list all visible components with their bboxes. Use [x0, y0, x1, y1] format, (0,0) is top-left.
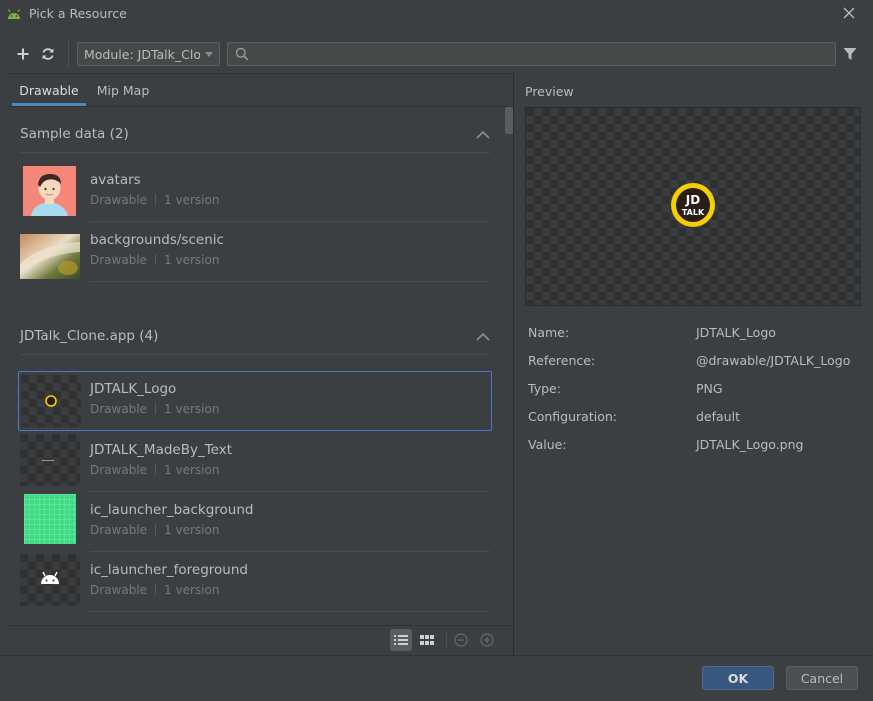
zoom-out-button[interactable]: [452, 630, 470, 650]
android-icon: [7, 9, 21, 19]
resource-item-avatars[interactable]: avatars Drawable 1 version: [17, 162, 491, 222]
property-label-name: Name:: [528, 325, 570, 340]
grid-view-button[interactable]: [416, 629, 438, 651]
property-label-reference: Reference:: [528, 353, 596, 368]
tab-drawable[interactable]: Drawable: [12, 74, 86, 106]
zoom-out-icon: [454, 633, 468, 647]
title-bar: [0, 0, 873, 29]
section-divider: [20, 152, 490, 153]
close-button[interactable]: [836, 2, 862, 24]
ok-button[interactable]: OK: [702, 666, 774, 690]
property-label-type: Type:: [528, 381, 561, 396]
resource-item-jdtalk-madeby-text[interactable]: JDTALK_MadeBy_Text Drawable 1 version: [17, 432, 491, 492]
panel-splitter[interactable]: [513, 73, 514, 655]
resource-meta: Drawable 1 version: [90, 253, 219, 267]
row-divider: [90, 611, 490, 612]
add-resource-button[interactable]: [13, 44, 33, 64]
search-icon: [235, 47, 249, 61]
row-divider: [90, 281, 490, 282]
resource-meta: Drawable 1 version: [90, 523, 219, 537]
plus-icon: [17, 48, 29, 60]
resource-type: Drawable: [90, 523, 148, 537]
toolbar-separator: [68, 40, 69, 68]
tabs-divider: [10, 106, 515, 107]
madeby-text-thumbnail: [20, 434, 80, 486]
logo-text-talk: TALK: [682, 208, 705, 217]
chevron-down-icon: [205, 52, 213, 57]
resource-item-jdtalk-logo[interactable]: JDTALK_Logo Drawable 1 version: [18, 371, 492, 431]
android-icon: [41, 571, 59, 584]
section-divider: [20, 354, 490, 355]
resource-meta: Drawable 1 version: [90, 583, 219, 597]
resource-versions: 1 version: [164, 463, 220, 477]
property-value-name: JDTALK_Logo: [696, 325, 776, 340]
search-input[interactable]: [227, 42, 836, 66]
module-dropdown[interactable]: Module: JDTalk_Clone: [77, 42, 220, 66]
filter-icon: [843, 48, 857, 60]
resource-item-backgrounds-scenic[interactable]: backgrounds/scenic Drawable 1 version: [17, 222, 491, 282]
resource-versions: 1 version: [164, 583, 220, 597]
list-toolbar-divider: [10, 625, 513, 626]
resource-name: JDTALK_Logo: [90, 381, 177, 397]
resource-name: JDTALK_MadeBy_Text: [90, 442, 233, 458]
resource-list-panel: Drawable Mip Map Sample data (2) avatars…: [10, 73, 515, 655]
resource-type: Drawable: [90, 402, 148, 416]
property-value-reference: @drawable/JDTALK_Logo: [696, 353, 851, 368]
chevron-up-icon[interactable]: [476, 332, 490, 342]
resource-name: avatars: [90, 172, 141, 188]
resource-type: Drawable: [90, 463, 148, 477]
resource-versions: 1 version: [164, 193, 220, 207]
resource-name: ic_launcher_foreground: [90, 562, 248, 578]
chevron-up-icon[interactable]: [476, 130, 490, 140]
resource-meta: Drawable 1 version: [90, 193, 219, 207]
section-title-sample-data: Sample data (2): [20, 126, 129, 142]
jdtalk-logo-thumbnail: [21, 375, 81, 427]
list-view-icon: [394, 635, 408, 645]
filter-button[interactable]: [840, 44, 860, 64]
launcher-foreground-thumbnail: [20, 554, 80, 606]
launcher-background-thumbnail: [24, 494, 76, 544]
resource-versions: 1 version: [164, 253, 220, 267]
window-title: Pick a Resource: [29, 6, 127, 21]
scenic-thumbnail: [20, 234, 80, 279]
logo-text-jd: JD: [685, 193, 700, 207]
refresh-icon: [42, 48, 54, 60]
zoom-in-icon: [480, 633, 494, 647]
resource-type: Drawable: [90, 253, 148, 267]
preview-label: Preview: [525, 84, 574, 99]
tab-mip-map[interactable]: Mip Map: [86, 74, 160, 106]
cancel-button[interactable]: Cancel: [786, 666, 858, 690]
grid-view-icon: [420, 635, 434, 645]
property-value-type: PNG: [696, 381, 723, 396]
jdtalk-logo-preview: JD TALK: [671, 183, 715, 227]
list-toolbar-separator: [446, 632, 447, 648]
resource-meta: Drawable 1 version: [90, 402, 219, 416]
list-view-button[interactable]: [390, 629, 412, 651]
section-title-app: JDTalk_Clone.app (4): [20, 328, 159, 344]
property-value-configuration: default: [696, 409, 740, 424]
property-label-value: Value:: [528, 437, 567, 452]
resource-meta: Drawable 1 version: [90, 463, 219, 477]
resource-item-ic-launcher-background[interactable]: ic_launcher_background Drawable 1 version: [17, 492, 491, 552]
resource-versions: 1 version: [164, 523, 220, 537]
property-label-configuration: Configuration:: [528, 409, 617, 424]
resource-type: Drawable: [90, 583, 148, 597]
close-icon: [843, 7, 855, 19]
property-value-value: JDTALK_Logo.png: [696, 437, 804, 452]
resource-name: backgrounds/scenic: [90, 232, 224, 248]
resource-type: Drawable: [90, 193, 148, 207]
madeby-text-mark: [42, 460, 54, 461]
module-dropdown-value: Module: JDTalk_Clone: [84, 47, 200, 62]
preview-canvas: JD TALK: [525, 107, 861, 306]
avatar-thumbnail: [23, 166, 76, 216]
jdtalk-logo-icon: [45, 395, 57, 407]
resource-versions: 1 version: [164, 402, 220, 416]
refresh-button[interactable]: [38, 44, 58, 64]
resource-item-ic-launcher-foreground[interactable]: ic_launcher_foreground Drawable 1 version: [17, 552, 491, 612]
footer-divider: [0, 655, 873, 656]
resource-name: ic_launcher_background: [90, 502, 254, 518]
zoom-in-button[interactable]: [478, 630, 496, 650]
